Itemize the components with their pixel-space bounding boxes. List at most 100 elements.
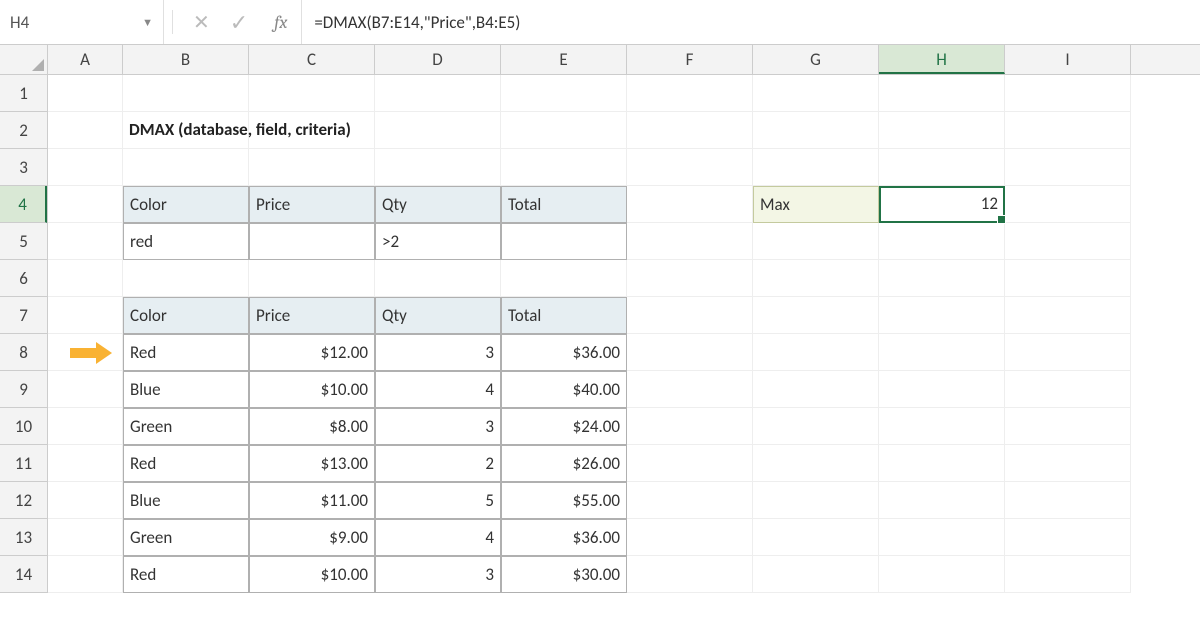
cell-B13[interactable]: Green: [123, 519, 249, 556]
row-header-4[interactable]: 4: [0, 186, 47, 223]
cell-A11[interactable]: [48, 445, 123, 482]
name-box-dropdown-icon[interactable]: ▼: [142, 16, 153, 29]
cell-H14[interactable]: [879, 556, 1005, 593]
cell-F6[interactable]: [627, 260, 753, 297]
cell-A7[interactable]: [48, 297, 123, 334]
cell-A1[interactable]: [48, 75, 123, 112]
enter-icon[interactable]: ✓: [230, 9, 248, 36]
cell-H12[interactable]: [879, 482, 1005, 519]
cell-A8[interactable]: [48, 334, 123, 371]
cell-E2[interactable]: [501, 112, 627, 149]
cell-E8[interactable]: $36.00: [501, 334, 627, 371]
cell-D14[interactable]: 3: [375, 556, 501, 593]
cell-F3[interactable]: [627, 149, 753, 186]
cell-D7[interactable]: Qty: [375, 297, 501, 334]
cell-H5[interactable]: [879, 223, 1005, 260]
cell-B14[interactable]: Red: [123, 556, 249, 593]
cell-E1[interactable]: [501, 75, 627, 112]
cell-E11[interactable]: $26.00: [501, 445, 627, 482]
cell-D6[interactable]: [375, 260, 501, 297]
cell-G7[interactable]: [753, 297, 879, 334]
cell-E3[interactable]: [501, 149, 627, 186]
row-header-13[interactable]: 13: [0, 519, 47, 556]
cell-H1[interactable]: [879, 75, 1005, 112]
cell-A3[interactable]: [48, 149, 123, 186]
row-header-9[interactable]: 9: [0, 371, 47, 408]
cell-F11[interactable]: [627, 445, 753, 482]
cell-G2[interactable]: [753, 112, 879, 149]
cell-I1[interactable]: [1005, 75, 1131, 112]
cell-I6[interactable]: [1005, 260, 1131, 297]
cell-G6[interactable]: [753, 260, 879, 297]
cell-H3[interactable]: [879, 149, 1005, 186]
cell-B4[interactable]: Color: [123, 186, 249, 223]
cell-F14[interactable]: [627, 556, 753, 593]
cell-H2[interactable]: [879, 112, 1005, 149]
cell-grid[interactable]: DMAX (database, field, criteria): [48, 75, 1200, 593]
cell-D12[interactable]: 5: [375, 482, 501, 519]
fx-icon[interactable]: fx: [268, 12, 293, 33]
cell-D13[interactable]: 4: [375, 519, 501, 556]
cell-H4[interactable]: 12: [879, 186, 1005, 223]
cell-B9[interactable]: Blue: [123, 371, 249, 408]
row-header-2[interactable]: 2: [0, 112, 47, 149]
cell-G10[interactable]: [753, 408, 879, 445]
cell-I14[interactable]: [1005, 556, 1131, 593]
col-header-E[interactable]: E: [501, 45, 627, 74]
cell-B8[interactable]: Red: [123, 334, 249, 371]
cell-I9[interactable]: [1005, 371, 1131, 408]
cell-F7[interactable]: [627, 297, 753, 334]
cell-F2[interactable]: [627, 112, 753, 149]
cell-H8[interactable]: [879, 334, 1005, 371]
name-box[interactable]: H4 ▼: [0, 0, 164, 44]
cell-E10[interactable]: $24.00: [501, 408, 627, 445]
row-header-1[interactable]: 1: [0, 75, 47, 112]
cell-B7[interactable]: Color: [123, 297, 249, 334]
cell-E12[interactable]: $55.00: [501, 482, 627, 519]
cell-D3[interactable]: [375, 149, 501, 186]
cell-A4[interactable]: [48, 186, 123, 223]
cell-F5[interactable]: [627, 223, 753, 260]
cell-C2[interactable]: [249, 112, 375, 149]
cell-C11[interactable]: $13.00: [249, 445, 375, 482]
cell-A12[interactable]: [48, 482, 123, 519]
cell-E7[interactable]: Total: [501, 297, 627, 334]
row-header-7[interactable]: 7: [0, 297, 47, 334]
col-header-B[interactable]: B: [123, 45, 249, 74]
cell-G8[interactable]: [753, 334, 879, 371]
cell-C5[interactable]: [249, 223, 375, 260]
cell-F10[interactable]: [627, 408, 753, 445]
cell-C12[interactable]: $11.00: [249, 482, 375, 519]
cell-F1[interactable]: [627, 75, 753, 112]
cell-G5[interactable]: [753, 223, 879, 260]
cell-D9[interactable]: 4: [375, 371, 501, 408]
cell-B12[interactable]: Blue: [123, 482, 249, 519]
cell-C14[interactable]: $10.00: [249, 556, 375, 593]
cell-A2[interactable]: [48, 112, 123, 149]
cell-C13[interactable]: $9.00: [249, 519, 375, 556]
cell-I7[interactable]: [1005, 297, 1131, 334]
cell-C10[interactable]: $8.00: [249, 408, 375, 445]
cell-F13[interactable]: [627, 519, 753, 556]
cell-G14[interactable]: [753, 556, 879, 593]
cell-I11[interactable]: [1005, 445, 1131, 482]
cell-G1[interactable]: [753, 75, 879, 112]
cell-I8[interactable]: [1005, 334, 1131, 371]
cell-I4[interactable]: [1005, 186, 1131, 223]
col-header-G[interactable]: G: [753, 45, 879, 74]
cell-F8[interactable]: [627, 334, 753, 371]
cell-D1[interactable]: [375, 75, 501, 112]
cell-E13[interactable]: $36.00: [501, 519, 627, 556]
cell-D8[interactable]: 3: [375, 334, 501, 371]
cell-D11[interactable]: 2: [375, 445, 501, 482]
cell-B2[interactable]: DMAX (database, field, criteria): [123, 112, 249, 149]
cell-I13[interactable]: [1005, 519, 1131, 556]
cell-G4[interactable]: Max: [753, 186, 879, 223]
cell-D4[interactable]: Qty: [375, 186, 501, 223]
row-header-6[interactable]: 6: [0, 260, 47, 297]
cell-E5[interactable]: [501, 223, 627, 260]
cell-B5[interactable]: red: [123, 223, 249, 260]
cell-D5[interactable]: >2: [375, 223, 501, 260]
cell-C8[interactable]: $12.00: [249, 334, 375, 371]
cell-B3[interactable]: [123, 149, 249, 186]
